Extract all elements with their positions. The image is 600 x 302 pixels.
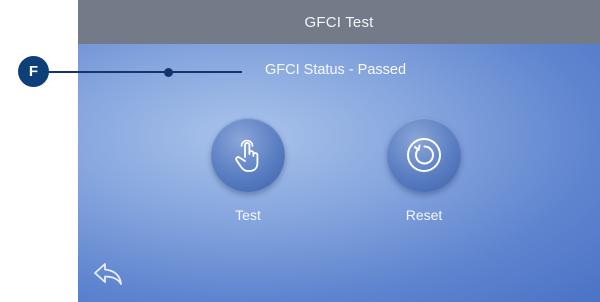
callout-badge: F: [18, 56, 49, 87]
callout-line: [48, 71, 242, 73]
reset-button-label: Reset: [405, 207, 443, 223]
reset-button[interactable]: [387, 118, 461, 192]
gfci-test-screen: GFCI Test GFCI Status - Passed Test Rese…: [78, 0, 600, 302]
page-title: GFCI Test: [304, 13, 374, 31]
reset-icon: [407, 138, 441, 172]
test-button-label: Test: [235, 207, 261, 223]
back-button[interactable]: [90, 258, 126, 290]
hand-pointer-icon: [235, 139, 259, 172]
test-button[interactable]: [211, 118, 285, 192]
callout-dot: [164, 68, 173, 77]
callout-letter: F: [28, 63, 39, 80]
gfci-status-text: GFCI Status - Passed: [265, 62, 407, 78]
back-arrow-icon: [94, 263, 122, 285]
title-bar: GFCI Test: [78, 0, 600, 44]
